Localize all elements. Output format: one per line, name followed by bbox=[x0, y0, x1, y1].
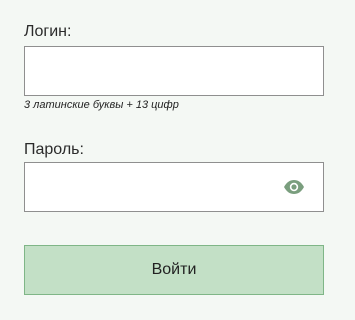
password-label: Пароль: bbox=[24, 141, 84, 158]
eye-icon[interactable] bbox=[283, 179, 305, 195]
login-label: Логин: bbox=[24, 23, 72, 40]
login-input[interactable] bbox=[25, 47, 323, 95]
login-button[interactable]: Войти bbox=[24, 245, 324, 295]
password-field-box[interactable] bbox=[24, 162, 324, 212]
login-hint: 3 латинские буквы + 13 цифр bbox=[24, 99, 179, 111]
login-field-box[interactable] bbox=[24, 46, 324, 96]
password-input[interactable] bbox=[25, 163, 323, 211]
